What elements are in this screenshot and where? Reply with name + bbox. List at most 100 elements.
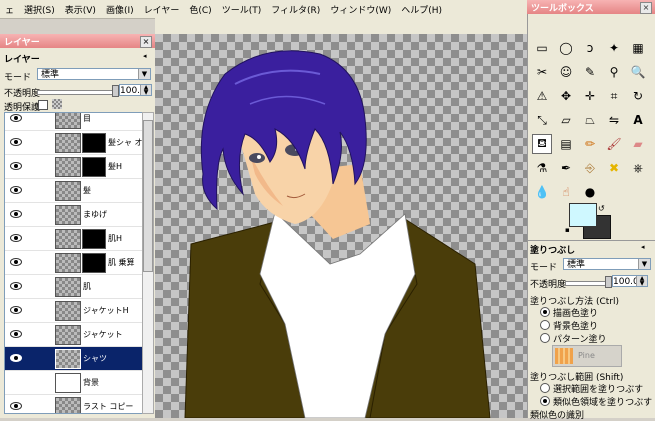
menu-item-edit[interactable]: ェ bbox=[0, 3, 19, 16]
eye-icon[interactable] bbox=[10, 210, 22, 218]
layer-thumbnail bbox=[55, 277, 81, 297]
perspective-clone-icon[interactable]: ⎈ bbox=[628, 158, 648, 178]
close-icon[interactable]: × bbox=[640, 2, 652, 14]
image-canvas[interactable] bbox=[155, 34, 527, 418]
layer-row[interactable]: 目 bbox=[5, 113, 142, 131]
layer-row[interactable]: 背景 bbox=[5, 371, 142, 395]
menu-item-view[interactable]: 表示(V) bbox=[60, 3, 101, 16]
scale-icon[interactable]: ⤡ bbox=[532, 110, 552, 130]
menu-item-select[interactable]: 選択(S) bbox=[19, 3, 60, 16]
eye-icon[interactable] bbox=[10, 258, 22, 266]
ellipse-select-icon[interactable]: ◯ bbox=[556, 38, 576, 58]
pencil-icon[interactable]: ✏ bbox=[580, 134, 600, 154]
default-colors-icon[interactable]: ▪ bbox=[565, 226, 570, 234]
fill-type-radio-pattern[interactable] bbox=[540, 333, 550, 343]
measure-icon[interactable]: ⚠ bbox=[532, 86, 552, 106]
menu-item-image[interactable]: 画像(I) bbox=[101, 3, 139, 16]
paths-icon[interactable]: ✎ bbox=[580, 62, 600, 82]
layer-row[interactable]: 肌 bbox=[5, 275, 142, 299]
fill-opacity-slider-thumb[interactable] bbox=[605, 276, 612, 288]
swap-colors-icon[interactable]: ↺ bbox=[598, 204, 605, 213]
paintbrush-icon[interactable]: 🖌 bbox=[604, 134, 624, 154]
airbrush-icon[interactable]: ⚗ bbox=[532, 158, 552, 178]
layer-row-selected[interactable]: シャツ bbox=[5, 347, 142, 371]
bucket-fill-icon[interactable]: ⛾ bbox=[532, 134, 552, 154]
shear-icon[interactable]: ▱ bbox=[556, 110, 576, 130]
layer-row[interactable]: ラスト コピー bbox=[5, 395, 142, 413]
layer-row[interactable]: ジャケットH bbox=[5, 299, 142, 323]
fill-opacity-input[interactable]: 100.0 ▲ ▼ bbox=[612, 275, 648, 287]
fill-range-radio-selection[interactable] bbox=[540, 383, 550, 393]
blur-icon[interactable]: 💧 bbox=[532, 182, 552, 202]
eye-icon[interactable] bbox=[10, 234, 22, 242]
fill-type-radio-fg[interactable] bbox=[540, 307, 550, 317]
layer-list-scrollbar-thumb[interactable] bbox=[143, 120, 153, 272]
layers-panel-titlebar[interactable]: レイヤー × bbox=[0, 34, 155, 48]
fuzzy-select-icon[interactable]: ✦ bbox=[604, 38, 624, 58]
eye-icon[interactable] bbox=[10, 138, 22, 146]
dodge-burn-icon[interactable]: ● bbox=[580, 182, 600, 202]
menu-item-layer[interactable]: レイヤー bbox=[139, 3, 185, 16]
magnify-icon[interactable]: 🔍 bbox=[628, 62, 648, 82]
panel-menu-icon[interactable]: ◂ bbox=[143, 52, 147, 60]
layer-name: ラスト コピー bbox=[83, 402, 134, 411]
eye-icon[interactable] bbox=[10, 402, 22, 410]
layer-row[interactable]: 髪 bbox=[5, 179, 142, 203]
align-icon[interactable]: ✛ bbox=[580, 86, 600, 106]
perspective-icon[interactable]: ⏢ bbox=[580, 110, 600, 130]
rotate-icon[interactable]: ↻ bbox=[628, 86, 648, 106]
fill-range-radio-similar[interactable] bbox=[540, 396, 550, 406]
lock-alpha-checkbox[interactable] bbox=[38, 100, 48, 110]
pattern-selector[interactable]: Pine bbox=[552, 345, 622, 367]
clone-icon[interactable]: ⎆ bbox=[580, 158, 600, 178]
free-select-icon[interactable]: ↄ bbox=[580, 38, 600, 58]
panel-menu-icon[interactable]: ◂ bbox=[641, 243, 645, 251]
layer-opacity-slider[interactable] bbox=[37, 90, 116, 95]
blend-icon[interactable]: ▤ bbox=[556, 134, 576, 154]
layer-row[interactable]: 髪シャ オー bbox=[5, 131, 142, 155]
layer-row[interactable]: ジャケット bbox=[5, 323, 142, 347]
menu-item-help[interactable]: ヘルプ(H) bbox=[396, 3, 447, 16]
eye-icon[interactable] bbox=[10, 162, 22, 170]
rect-select-icon[interactable]: ▭ bbox=[532, 38, 552, 58]
scissors-icon[interactable]: ✂ bbox=[532, 62, 552, 82]
eye-icon[interactable] bbox=[10, 186, 22, 194]
move-icon[interactable]: ✥ bbox=[556, 86, 576, 106]
menu-item-filters[interactable]: フィルタ(R) bbox=[266, 3, 325, 16]
ink-icon[interactable]: ✒ bbox=[556, 158, 576, 178]
eye-icon[interactable] bbox=[10, 114, 22, 122]
layer-name: まゆげ bbox=[83, 210, 107, 219]
close-icon[interactable]: × bbox=[140, 36, 152, 48]
text-icon[interactable]: A bbox=[628, 110, 648, 130]
eye-icon[interactable] bbox=[10, 354, 22, 362]
menu-item-tools[interactable]: ツール(T) bbox=[217, 3, 267, 16]
eye-icon[interactable] bbox=[10, 282, 22, 290]
foreground-select-icon[interactable]: ☺ bbox=[556, 62, 576, 82]
foreground-color-swatch[interactable] bbox=[569, 203, 597, 227]
menu-item-colors[interactable]: 色(C) bbox=[184, 3, 216, 16]
eye-icon[interactable] bbox=[10, 306, 22, 314]
toolbox-titlebar[interactable]: ツールボックス × bbox=[527, 0, 655, 14]
spinner-icon[interactable]: ▲ ▼ bbox=[636, 276, 647, 287]
layer-opacity-input[interactable]: 100.0 ▲ ▼ bbox=[119, 84, 152, 96]
menu-item-windows[interactable]: ウィンドウ(W) bbox=[325, 3, 396, 16]
flip-icon[interactable]: ⇋ bbox=[604, 110, 624, 130]
layer-opacity-slider-thumb[interactable] bbox=[112, 85, 119, 97]
layer-row[interactable]: 肌 乗算 bbox=[5, 251, 142, 275]
crop-icon[interactable]: ⌗ bbox=[604, 86, 624, 106]
eye-icon[interactable] bbox=[10, 330, 22, 338]
layer-mode-select[interactable]: 標準 ▼ bbox=[37, 68, 151, 80]
smudge-icon[interactable]: ☝ bbox=[556, 182, 576, 202]
layer-row[interactable]: まゆげ bbox=[5, 203, 142, 227]
color-picker-icon[interactable]: ⚲ bbox=[604, 62, 624, 82]
spinner-icon[interactable]: ▲ ▼ bbox=[140, 85, 151, 96]
layer-row[interactable]: 髪H bbox=[5, 155, 142, 179]
fill-mode-select[interactable]: 標準 ▼ bbox=[563, 258, 651, 270]
layer-row[interactable]: 肌H bbox=[5, 227, 142, 251]
eraser-icon[interactable]: ▰ bbox=[628, 134, 648, 154]
layers-panel-title: レイヤー bbox=[4, 38, 40, 48]
color-select-icon[interactable]: ▦ bbox=[628, 38, 648, 58]
fill-opacity-slider[interactable] bbox=[565, 281, 609, 286]
heal-icon[interactable]: ✖ bbox=[604, 158, 624, 178]
fill-type-radio-bg[interactable] bbox=[540, 320, 550, 330]
